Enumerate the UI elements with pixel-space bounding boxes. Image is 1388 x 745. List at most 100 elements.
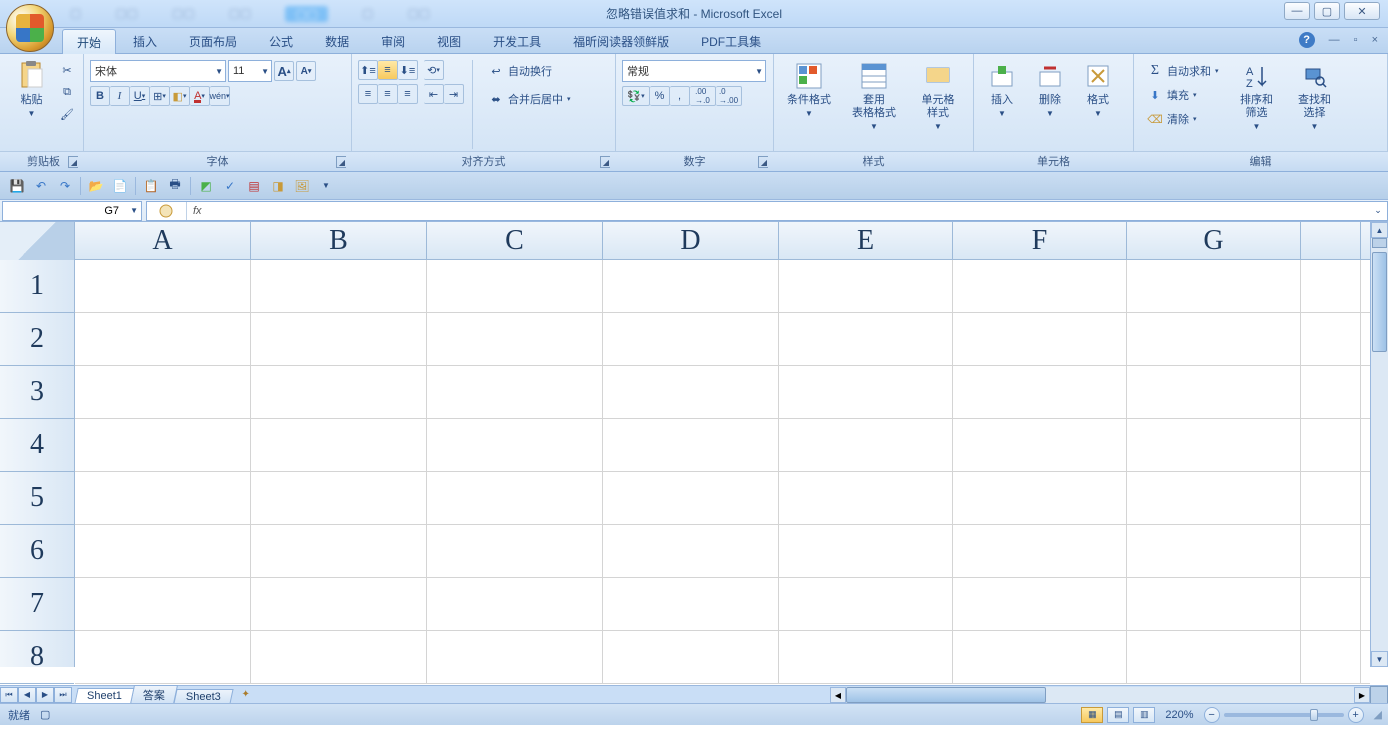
cell[interactable]	[603, 313, 779, 365]
italic-button[interactable]: I	[110, 86, 130, 106]
cut-button[interactable]: ✂	[57, 60, 77, 80]
row-header-3[interactable]: 3	[0, 366, 74, 419]
formula-bar[interactable]: fx	[146, 201, 1388, 221]
tab-foxit[interactable]: 福昕阅读器领鲜版	[558, 28, 684, 53]
cell[interactable]	[1301, 578, 1361, 630]
percent-button[interactable]: %	[650, 86, 670, 106]
row-header-8[interactable]: 8	[0, 631, 74, 684]
cell[interactable]	[427, 366, 603, 418]
vertical-scrollbar[interactable]: ▲ ▼	[1370, 222, 1388, 667]
cell[interactable]	[75, 525, 251, 577]
font-color-button[interactable]: A▾	[190, 86, 210, 106]
cell[interactable]	[603, 366, 779, 418]
fill-button[interactable]: ⬇填充▾	[1140, 84, 1226, 106]
qat-btn-4[interactable]: ◨	[267, 175, 289, 197]
macro-record-icon[interactable]: ▢	[40, 708, 50, 721]
orientation-button[interactable]: ⟲▾	[424, 60, 444, 80]
qat-btn-3[interactable]: ▤	[243, 175, 265, 197]
cell[interactable]	[1301, 631, 1361, 683]
align-center-button[interactable]: ≡	[378, 84, 398, 104]
tab-developer[interactable]: 开发工具	[478, 28, 556, 53]
office-button[interactable]	[6, 4, 54, 52]
resize-grip-icon[interactable]: ◢	[1374, 708, 1382, 721]
ribbon-restore-icon[interactable]: ▫	[1354, 34, 1358, 46]
increase-indent-button[interactable]: ⇥	[444, 84, 464, 104]
cell[interactable]	[1127, 260, 1301, 312]
undo-button[interactable]: ↶	[30, 175, 52, 197]
cell[interactable]	[1127, 313, 1301, 365]
qat-paste-button[interactable]: 📋	[140, 175, 162, 197]
cell[interactable]	[427, 631, 603, 683]
qat-btn-2[interactable]: ✓	[219, 175, 241, 197]
cell[interactable]	[603, 419, 779, 471]
comma-button[interactable]: ,	[670, 86, 690, 106]
cell[interactable]	[427, 525, 603, 577]
help-icon[interactable]: ?	[1299, 32, 1315, 48]
cell[interactable]	[1127, 525, 1301, 577]
increase-decimal-button[interactable]: .00→.0	[690, 86, 716, 106]
phonetic-button[interactable]: wén▾	[210, 86, 230, 106]
cell[interactable]	[953, 366, 1127, 418]
next-sheet-button[interactable]: ▶	[36, 687, 54, 703]
scroll-up-button[interactable]: ▲	[1371, 222, 1388, 238]
qat-print-button[interactable]: 🖶	[164, 175, 186, 197]
tab-view[interactable]: 视图	[422, 28, 476, 53]
zoom-slider[interactable]	[1224, 713, 1344, 717]
cell[interactable]	[953, 472, 1127, 524]
align-bottom-button[interactable]: ⬇≡	[398, 60, 418, 80]
row-header-4[interactable]: 4	[0, 419, 74, 472]
align-left-button[interactable]: ≡	[358, 84, 378, 104]
increase-font-button[interactable]: A▴	[274, 61, 294, 81]
cell[interactable]	[1301, 472, 1361, 524]
format-painter-button[interactable]: 🖌	[57, 104, 77, 124]
cell[interactable]	[779, 313, 953, 365]
tab-page-layout[interactable]: 页面布局	[174, 28, 252, 53]
qat-open-button[interactable]: 📂	[85, 175, 107, 197]
prev-sheet-button[interactable]: ◀	[18, 687, 36, 703]
merge-center-button[interactable]: ⬌合并后居中▾	[481, 88, 578, 110]
cell[interactable]	[953, 260, 1127, 312]
maximize-button[interactable]: ▢	[1314, 2, 1340, 20]
cell[interactable]	[251, 631, 427, 683]
fill-color-button[interactable]: ◧▾	[170, 86, 190, 106]
cell[interactable]	[953, 525, 1127, 577]
cell[interactable]	[1301, 366, 1361, 418]
cell[interactable]	[251, 419, 427, 471]
cell[interactable]	[75, 419, 251, 471]
cell[interactable]	[953, 631, 1127, 683]
copy-button[interactable]: ⧉	[57, 82, 77, 102]
paste-button[interactable]: 粘贴 ▼	[10, 58, 53, 151]
font-name-combo[interactable]: 宋体▼	[90, 60, 226, 82]
cell[interactable]	[427, 419, 603, 471]
sheet-tab-Sheet3[interactable]: Sheet3	[173, 689, 233, 704]
qat-customize[interactable]: ▼	[315, 175, 337, 197]
cell-styles-button[interactable]: 单元格 样式▼	[910, 58, 966, 151]
last-sheet-button[interactable]: ⏭	[54, 687, 72, 703]
align-middle-button[interactable]: ≡	[378, 60, 398, 80]
tab-review[interactable]: 审阅	[366, 28, 420, 53]
cell[interactable]	[251, 260, 427, 312]
horizontal-split-handle[interactable]	[1370, 686, 1388, 704]
col-header-D[interactable]: D	[603, 222, 779, 259]
row-header-6[interactable]: 6	[0, 525, 74, 578]
cell[interactable]	[75, 366, 251, 418]
cell[interactable]	[779, 260, 953, 312]
col-header-A[interactable]: A	[75, 222, 251, 259]
cell[interactable]	[603, 525, 779, 577]
col-header-C[interactable]: C	[427, 222, 603, 259]
cell[interactable]	[1301, 313, 1361, 365]
row-header-2[interactable]: 2	[0, 313, 74, 366]
vertical-split-handle[interactable]	[1372, 238, 1387, 248]
cell[interactable]	[603, 578, 779, 630]
cell[interactable]	[251, 578, 427, 630]
bold-button[interactable]: B	[90, 86, 110, 106]
clear-button[interactable]: ⌫清除▾	[1140, 108, 1226, 130]
normal-view-button[interactable]: ▦	[1081, 707, 1103, 723]
cell[interactable]	[75, 260, 251, 312]
cell[interactable]	[779, 419, 953, 471]
cell[interactable]	[75, 313, 251, 365]
cell[interactable]	[953, 313, 1127, 365]
accounting-format-button[interactable]: 💱▾	[622, 86, 650, 106]
insert-function-button[interactable]	[147, 202, 187, 220]
row-header-1[interactable]: 1	[0, 260, 74, 313]
